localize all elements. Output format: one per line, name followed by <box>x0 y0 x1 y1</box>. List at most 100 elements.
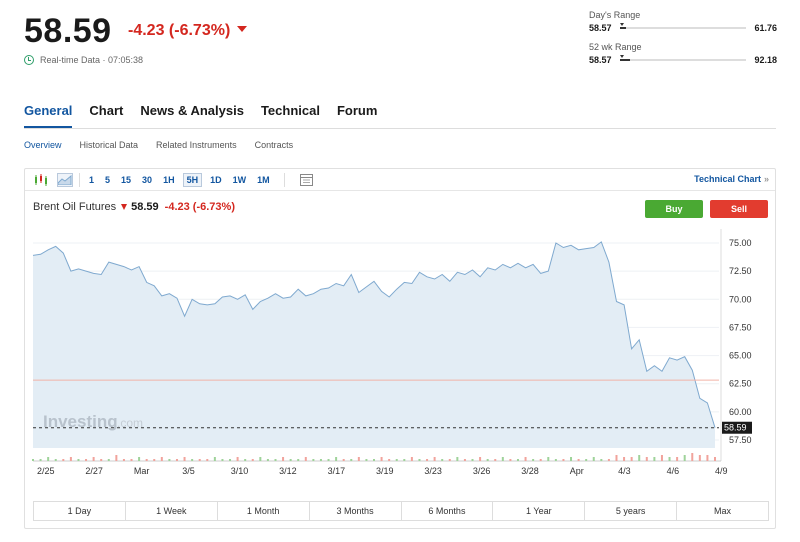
x-tick-label: 4/3 <box>618 466 631 476</box>
x-tick-label: 4/9 <box>715 466 728 476</box>
y-tick-label: 57.50 <box>729 435 752 445</box>
volume-bar <box>373 459 375 461</box>
period-3-months[interactable]: 3 Months <box>310 502 402 520</box>
period-1-year[interactable]: 1 Year <box>493 502 586 520</box>
x-tick-label: 3/10 <box>231 466 249 476</box>
down-triangle-icon <box>237 26 248 32</box>
days-range-bar <box>619 23 747 29</box>
y-axis: 75.00 72.50 70.00 67.50 65.00 62.50 60.00 57.50 <box>729 238 752 445</box>
investing-watermark: Investing <box>43 412 118 431</box>
volume-bar <box>547 457 550 461</box>
period-1-month[interactable]: 1 Month <box>218 502 310 520</box>
volume-bar <box>494 459 497 461</box>
volume-bar <box>668 457 671 461</box>
volume-bar <box>335 457 338 461</box>
period-6-months[interactable]: 6 Months <box>402 502 494 520</box>
volume-bar <box>107 459 110 461</box>
period-1-week[interactable]: 1 Week <box>126 502 218 520</box>
volume-bar <box>357 457 360 461</box>
volume-bar <box>645 457 648 461</box>
volume-bar <box>274 459 277 461</box>
investing-watermark-suffix: .com <box>117 416 143 430</box>
volume-bar <box>191 459 194 461</box>
volume-bar <box>638 455 641 461</box>
wk52-range-bar <box>619 55 747 61</box>
volume-bar <box>426 459 429 461</box>
x-tick-label: 3/12 <box>279 466 297 476</box>
x-axis: 2/25 2/27 Mar 3/5 3/10 3/12 3/17 3/19 3/23 3/26 3/… <box>37 466 728 476</box>
clock-icon <box>24 55 34 65</box>
chart-widget: 1 5 15 30 1H 5H 1D 1W 1M Technical Chart… <box>24 168 776 529</box>
period-5-years[interactable]: 5 years <box>585 502 678 520</box>
period-selector: 1 Day 1 Week 1 Month 3 Months 6 Months 1… <box>33 501 769 521</box>
volume-bar <box>39 459 42 461</box>
tab-news-analysis[interactable]: News & Analysis <box>140 103 244 129</box>
price-change: -4.23 (-6.73%) <box>128 22 248 40</box>
days-range-high: 61.76 <box>754 23 777 33</box>
volume-bar <box>456 457 459 461</box>
volume-bar <box>365 459 368 461</box>
subtab-related-instruments[interactable]: Related Instruments <box>156 140 237 150</box>
volume-bar <box>676 457 679 461</box>
volume-bar <box>630 457 633 461</box>
x-tick-label: 2/27 <box>85 466 103 476</box>
volume-bar <box>244 459 247 461</box>
volume-bar <box>175 459 178 461</box>
x-tick-label: 3/28 <box>521 466 539 476</box>
volume-bar <box>289 459 292 461</box>
volume-bar <box>198 459 201 461</box>
price-change-value: -4.23 (-6.73%) <box>128 22 231 39</box>
volume-bar <box>448 459 451 461</box>
volume-bar <box>266 459 269 461</box>
volume-bar <box>600 459 603 461</box>
volume-bar <box>501 457 504 461</box>
y-tick-label: 62.50 <box>729 379 752 389</box>
volume-bar <box>607 459 610 461</box>
volume-bar <box>319 459 322 461</box>
y-tick-label: 65.00 <box>729 351 752 361</box>
volume-bar <box>441 459 444 461</box>
realtime-indicator: Real-time Data · 07:05:38 <box>24 55 143 65</box>
volume-bar <box>554 459 557 461</box>
volume-bar <box>282 457 285 461</box>
volume-bar <box>342 459 345 461</box>
volume-bar <box>183 457 186 461</box>
y-tick-label: 75.00 <box>729 238 752 248</box>
volume-bar <box>130 459 133 461</box>
x-tick-label: 2/25 <box>37 466 55 476</box>
subtab-contracts[interactable]: Contracts <box>255 140 294 150</box>
tab-chart[interactable]: Chart <box>89 103 123 129</box>
volume-bar <box>122 459 125 461</box>
volume-bar <box>486 459 489 461</box>
volume-bar <box>570 457 573 461</box>
subtab-historical-data[interactable]: Historical Data <box>80 140 139 150</box>
volume-bar <box>509 459 512 461</box>
wk52-range: 52 wk Range 58.57 92.18 <box>589 42 777 65</box>
volume-bar <box>138 457 141 461</box>
x-tick-label: 3/17 <box>328 466 346 476</box>
tab-technical[interactable]: Technical <box>261 103 320 129</box>
subtab-overview[interactable]: Overview <box>24 140 62 150</box>
volume-bar <box>100 459 103 461</box>
period-max[interactable]: Max <box>677 502 768 520</box>
volume-bar <box>395 459 398 461</box>
period-1-day[interactable]: 1 Day <box>34 502 126 520</box>
volume-bar <box>168 459 171 461</box>
tab-forum[interactable]: Forum <box>337 103 377 129</box>
volume-bar <box>47 457 50 461</box>
y-tick-label: 67.50 <box>729 322 752 332</box>
days-range: Day's Range 58.57 61.76 <box>589 10 777 33</box>
main-tabs: General Chart News & Analysis Technical … <box>24 103 394 129</box>
volume-bar <box>327 459 330 461</box>
volume-bar <box>585 459 588 461</box>
volume-bar <box>471 459 474 461</box>
volume-bar <box>562 459 565 461</box>
volume-bar <box>479 457 482 461</box>
price-chart[interactable]: 75.00 72.50 70.00 67.50 65.00 62.50 60.00 57.50… <box>25 169 775 499</box>
y-tick-label: 70.00 <box>729 294 752 304</box>
days-range-low: 58.57 <box>589 23 612 33</box>
volume-bar <box>410 457 413 461</box>
volume-bar <box>145 459 148 461</box>
tab-general[interactable]: General <box>24 103 73 129</box>
volume-bar <box>577 459 580 461</box>
